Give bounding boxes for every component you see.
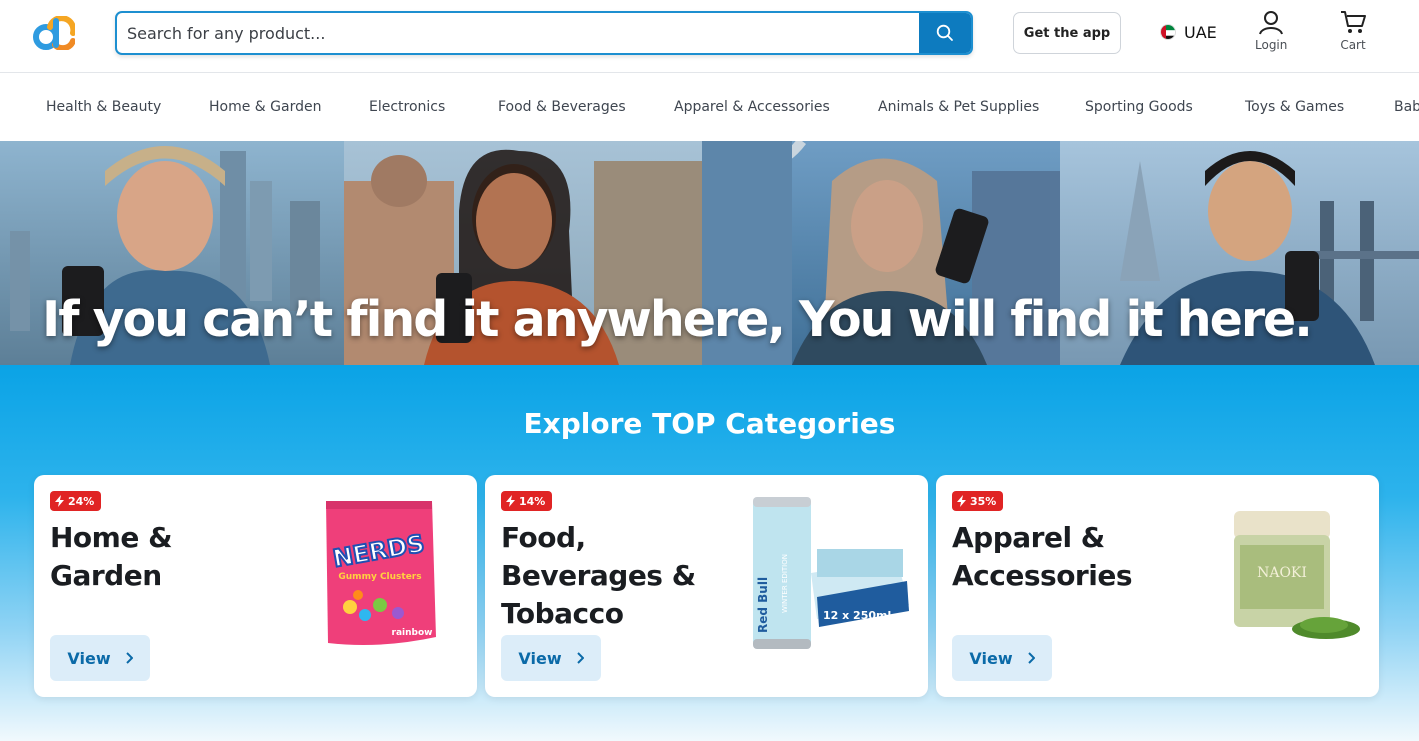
- chevron-right-icon: [1027, 652, 1035, 664]
- discount-badge: 35%: [952, 491, 1004, 511]
- category-card-food-beverages-tobacco[interactable]: 14% Food, Beverages & Tobacco View Red B…: [485, 475, 928, 697]
- search-bar: [115, 11, 973, 55]
- nav-electronics[interactable]: Electronics: [369, 99, 445, 115]
- nav-sporting-goods[interactable]: Sporting Goods: [1085, 99, 1193, 115]
- card-title-line: Food,: [501, 521, 586, 554]
- card-title-line: Accessories: [952, 559, 1133, 592]
- nav-animals-pet-supplies[interactable]: Animals & Pet Supplies: [878, 99, 1039, 115]
- site-header: Get the app UAE Login Cart: [0, 0, 1419, 73]
- dc-logo-icon[interactable]: [33, 16, 75, 50]
- product-brand-text: NAOKI: [1257, 565, 1307, 581]
- product-sub-text: WINTER EDITION: [781, 554, 789, 613]
- chevron-right-icon: [576, 652, 584, 664]
- hero-banner[interactable]: If you can’t find it anywhere, You will …: [0, 141, 1419, 365]
- login-button[interactable]: Login: [1255, 9, 1287, 52]
- product-flavor-text: rainbow: [392, 628, 433, 638]
- country-selector[interactable]: UAE: [1160, 20, 1217, 44]
- section-title: Explore TOP Categories: [523, 407, 896, 440]
- top-categories-section: Explore TOP Categories 24% Home & Garden…: [0, 365, 1419, 741]
- cart-icon: [1341, 11, 1366, 33]
- nav-health-beauty[interactable]: Health & Beauty: [46, 99, 161, 115]
- nerds-candy-pack-image: NERDS Gummy Clusters rainbow: [326, 501, 436, 645]
- product-pack-text: 12 x 250ml: [823, 609, 891, 622]
- nav-food-beverages[interactable]: Food & Beverages: [498, 99, 626, 115]
- card-title-line: Apparel &: [952, 521, 1105, 554]
- card-title: Apparel & Accessories: [952, 519, 1182, 595]
- view-label: View: [969, 648, 1013, 668]
- card-title-line: Tobacco: [501, 597, 624, 630]
- cart-label: Cart: [1340, 38, 1366, 52]
- product-sub-text: Gummy Clusters: [338, 572, 421, 582]
- search-input[interactable]: [117, 13, 921, 53]
- hero-headline: If you can’t find it anywhere, You will …: [42, 291, 1313, 348]
- view-button[interactable]: View: [952, 635, 1052, 681]
- discount-badge: 14%: [501, 491, 553, 511]
- search-button[interactable]: [919, 13, 971, 53]
- cart-button[interactable]: Cart: [1339, 9, 1367, 52]
- naoki-matcha-tin-image: NAOKI: [1234, 511, 1360, 639]
- login-label: Login: [1255, 38, 1288, 52]
- nav-apparel-accessories[interactable]: Apparel & Accessories: [674, 99, 830, 115]
- category-nav: Health & Beauty Home & Garden Electronic…: [0, 73, 1419, 141]
- lightning-icon: [55, 495, 64, 507]
- category-card-apparel-accessories[interactable]: 35% Apparel & Accessories View NAOKI: [936, 475, 1379, 697]
- nav-home-garden[interactable]: Home & Garden: [209, 99, 321, 115]
- view-label: View: [518, 648, 562, 668]
- uae-flag-icon: [1160, 24, 1176, 40]
- view-label: View: [67, 648, 111, 668]
- card-title: Food, Beverages & Tobacco: [501, 519, 731, 633]
- product-brand-text: Red Bull: [756, 577, 770, 633]
- get-the-app-button[interactable]: Get the app: [1013, 12, 1121, 54]
- discount-value: 24%: [68, 494, 95, 508]
- card-title-line: Garden: [50, 559, 162, 592]
- lightning-icon: [506, 495, 515, 507]
- card-title-line: Beverages &: [501, 559, 696, 592]
- view-button[interactable]: View: [501, 635, 601, 681]
- category-card-home-garden[interactable]: 24% Home & Garden View NERDS Gummy Clust…: [34, 475, 477, 697]
- nav-baby[interactable]: Baby: [1394, 99, 1419, 115]
- card-title-line: Home &: [50, 521, 173, 554]
- chevron-right-icon: [125, 652, 133, 664]
- country-label: UAE: [1184, 22, 1217, 42]
- nav-toys-games[interactable]: Toys & Games: [1245, 99, 1344, 115]
- discount-value: 14%: [519, 494, 546, 508]
- view-button[interactable]: View: [50, 635, 150, 681]
- card-title: Home & Garden: [50, 519, 280, 595]
- search-icon: [936, 24, 953, 41]
- red-bull-winter-edition-image: Red Bull WINTER EDITION 12 x 250ml: [753, 497, 909, 649]
- discount-value: 35%: [970, 494, 997, 508]
- lightning-icon: [957, 495, 966, 507]
- discount-badge: 24%: [50, 491, 102, 511]
- user-icon: [1259, 11, 1284, 35]
